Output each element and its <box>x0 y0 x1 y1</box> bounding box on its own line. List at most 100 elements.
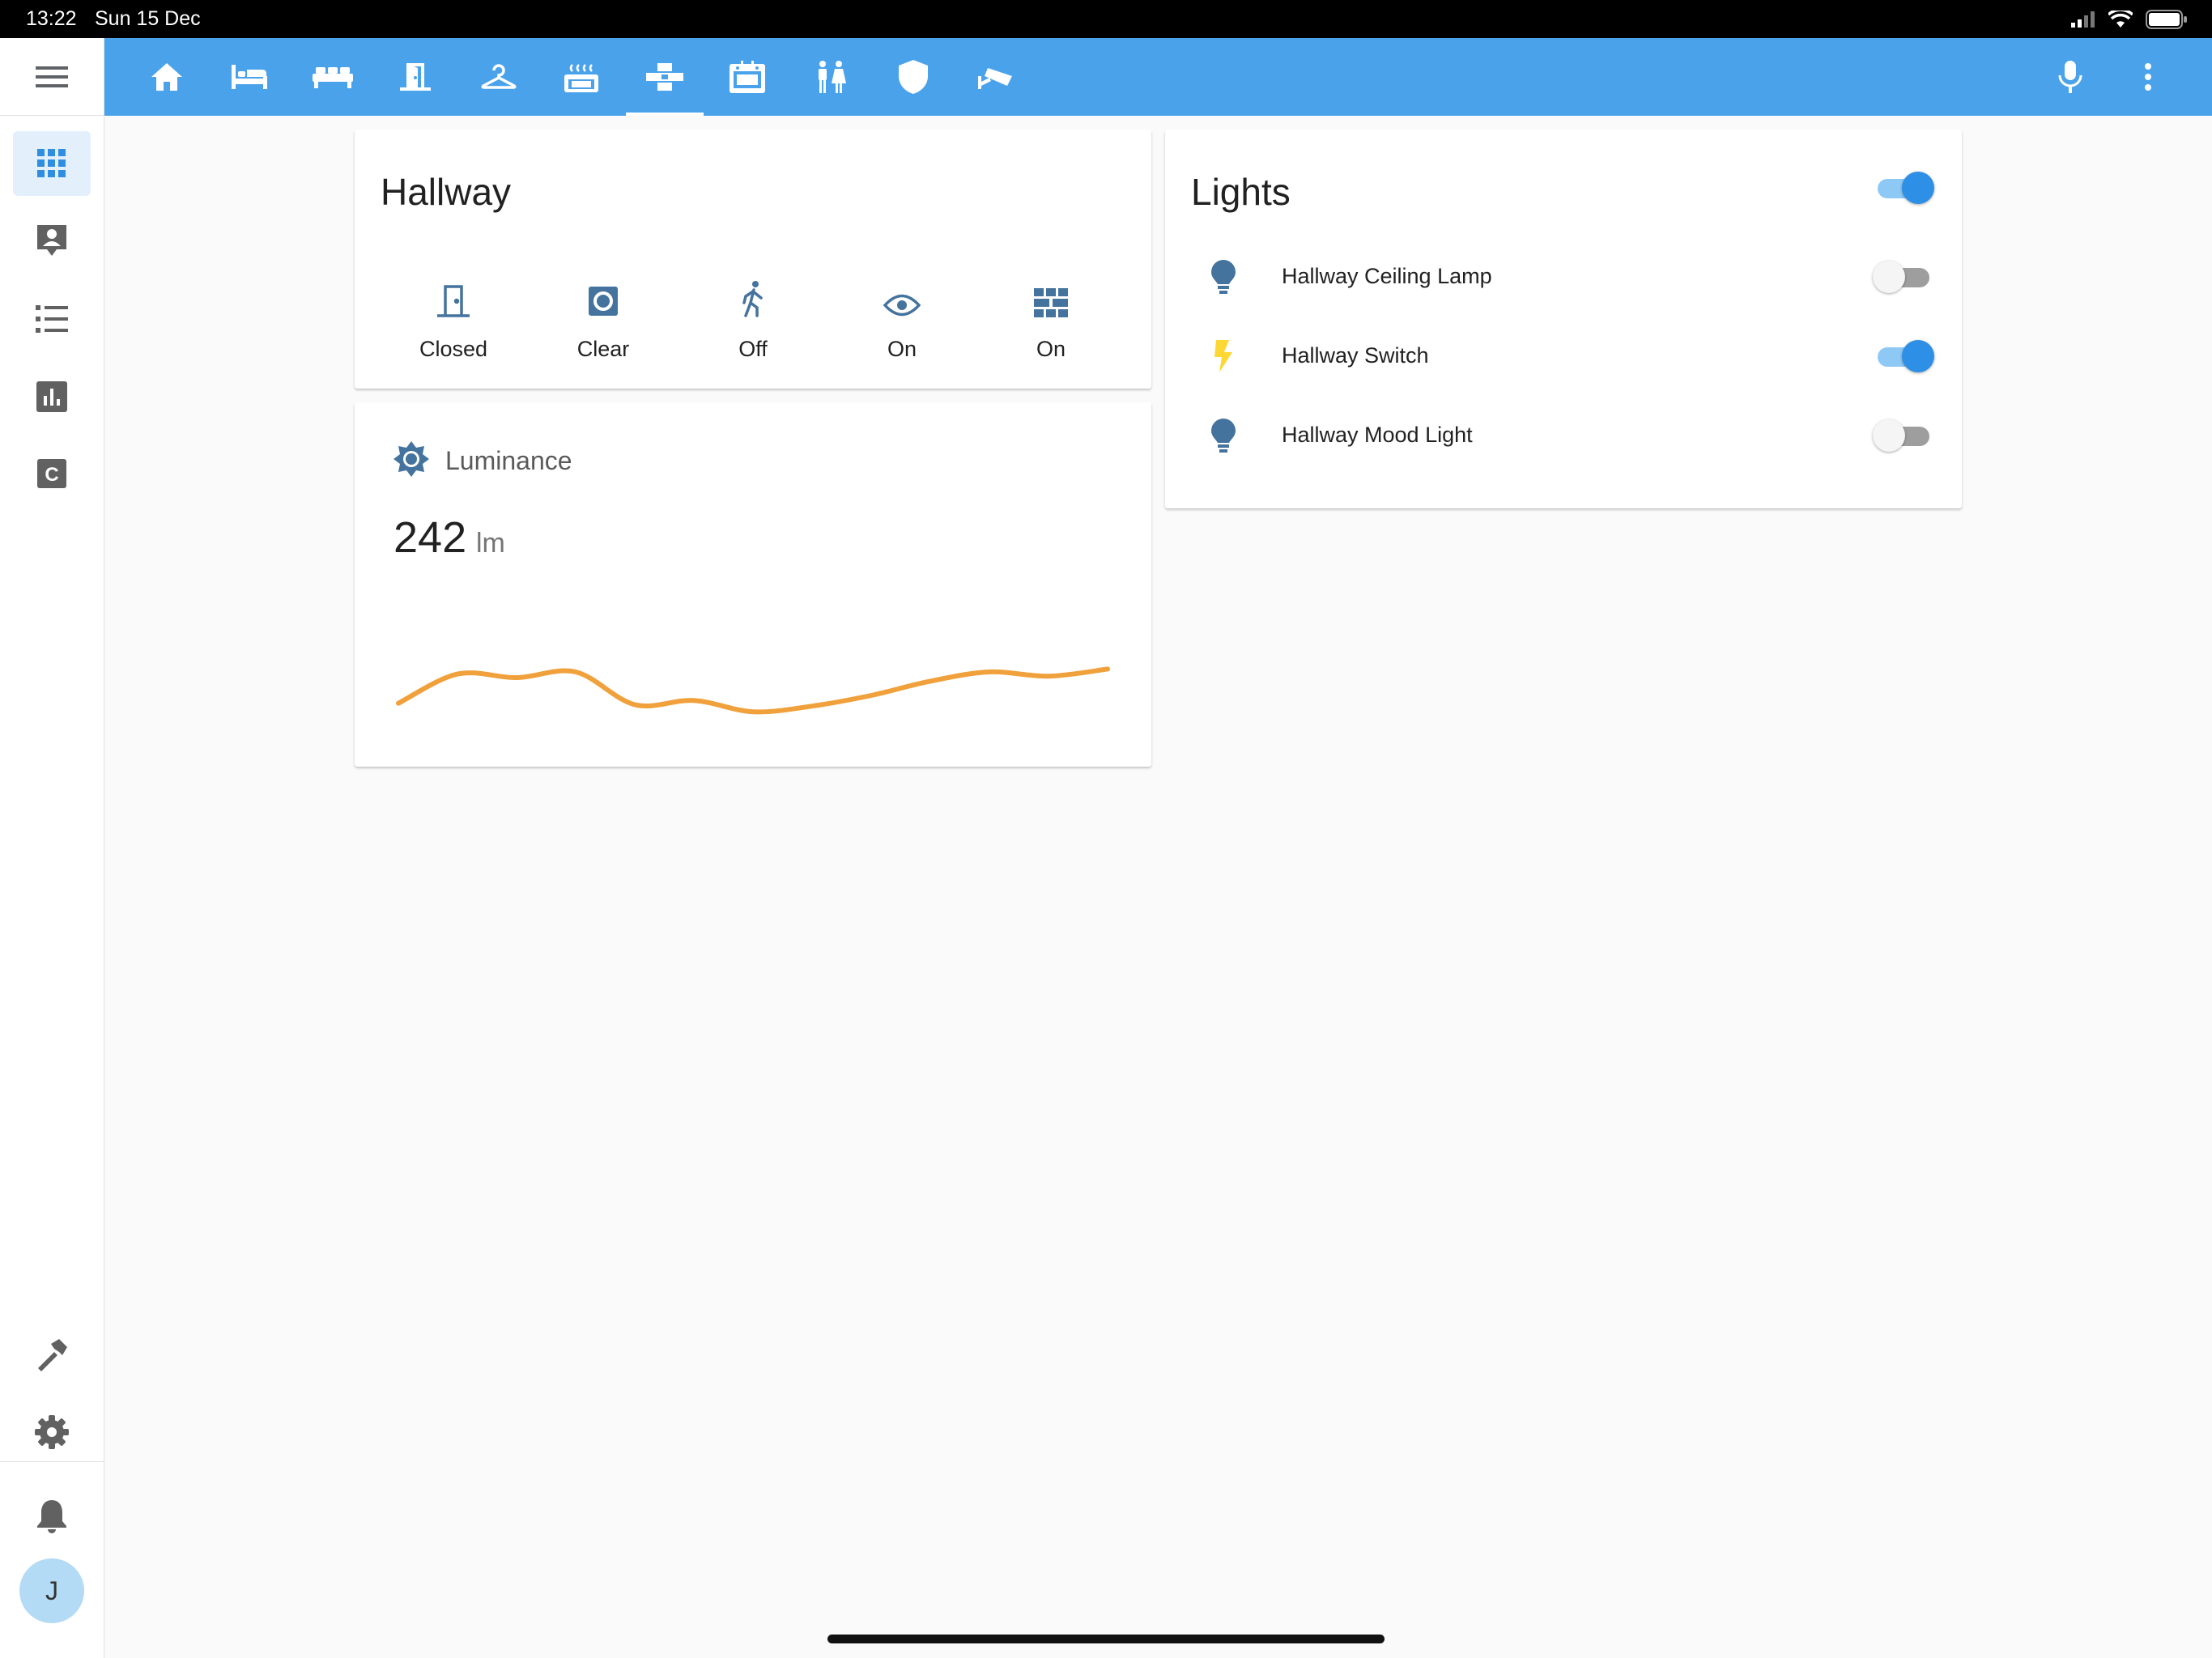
map-account-icon <box>37 225 66 256</box>
toggle-thumb <box>1873 261 1905 293</box>
glance-item-wall[interactable]: On <box>976 267 1125 380</box>
overview-grid-icon <box>37 149 66 177</box>
tab-cameras[interactable] <box>958 38 1036 116</box>
user-avatar[interactable]: J <box>19 1558 84 1623</box>
hamburger-menu-icon <box>36 66 68 87</box>
sofa-icon <box>313 67 353 88</box>
lights-card: Lights Hallway Ceiling Lamp Hallway Swit… <box>1165 130 1962 508</box>
brightness-sun-icon <box>393 441 429 477</box>
light-name: Hallway Switch <box>1282 343 1429 368</box>
cellular-signal-icon <box>2071 11 2095 28</box>
voice-command-button[interactable] <box>2031 38 2109 116</box>
tab-hallway[interactable] <box>626 38 704 116</box>
hallway-card: Hallway Closed Clear Off On On <box>355 130 1151 389</box>
light-name: Hallway Mood Light <box>1282 423 1473 447</box>
hanger-icon <box>481 64 517 89</box>
sidebar: C J <box>0 38 104 1658</box>
status-bar: 13:22 Sun 15 Dec <box>0 0 2212 38</box>
toggle-thumb <box>1902 172 1934 204</box>
door-closed-icon <box>437 285 470 317</box>
tab-bathroom[interactable] <box>792 38 870 116</box>
status-date: Sun 15 Dec <box>95 7 201 30</box>
tab-bedroom[interactable] <box>211 38 288 116</box>
wifi-icon <box>2108 11 2133 28</box>
sidebar-item-logbook[interactable] <box>13 287 91 351</box>
sidebar-item-developer-tools[interactable] <box>13 1322 91 1387</box>
status-indicators <box>2071 8 2188 31</box>
glance-item-occupancy[interactable]: On <box>827 267 976 380</box>
glance-item-motion[interactable]: Off <box>678 267 827 380</box>
light-name: Hallway Ceiling Lamp <box>1282 264 1492 288</box>
light-toggle-mood-light[interactable] <box>1873 418 1934 453</box>
light-toggle-switch[interactable] <box>1873 338 1934 374</box>
lightbulb-icon <box>1211 260 1236 294</box>
sidebar-item-overview[interactable] <box>13 131 91 196</box>
tab-door[interactable] <box>376 38 454 116</box>
light-toggle-ceiling-lamp[interactable] <box>1873 259 1934 295</box>
battery-icon <box>2146 10 2187 29</box>
logbook-list-icon <box>36 305 68 333</box>
hallway-card-title: Hallway <box>381 171 512 213</box>
settings-gear-icon <box>35 1415 69 1449</box>
tab-wardrobe[interactable] <box>460 38 538 116</box>
notifications-bell-icon <box>37 1500 66 1533</box>
hacs-c-icon: C <box>37 459 66 488</box>
home-icon <box>151 63 182 91</box>
lights-card-title: Lights <box>1191 171 1291 213</box>
tab-security[interactable] <box>874 38 952 116</box>
top-toolbar <box>104 38 2212 116</box>
sidebar-divider <box>0 1461 104 1462</box>
shield-icon <box>899 60 928 94</box>
lightbulb-icon <box>1211 419 1236 453</box>
glance-state-smoke: Clear <box>576 337 630 361</box>
tab-home[interactable] <box>128 38 206 116</box>
sensor-name: Luminance <box>445 446 572 475</box>
luminance-card[interactable]: Luminance 242 lm <box>355 402 1151 767</box>
more-vertical-icon <box>2145 63 2151 91</box>
light-row-ceiling-lamp[interactable]: Hallway Ceiling Lamp <box>1165 238 1962 316</box>
lights-master-toggle[interactable] <box>1873 170 1934 206</box>
history-chart-icon <box>36 381 67 412</box>
glance-item-door[interactable]: Closed <box>379 267 528 380</box>
sparkline-path <box>396 666 1110 715</box>
menu-button[interactable] <box>0 38 104 116</box>
human-male-female-icon <box>819 61 846 93</box>
stove-icon <box>564 64 598 92</box>
glance-state-wall: On <box>1036 337 1066 361</box>
sidebar-item-map[interactable] <box>13 208 91 273</box>
light-row-switch[interactable]: Hallway Switch <box>1165 317 1962 395</box>
tab-kitchen[interactable] <box>542 38 620 116</box>
bed-icon <box>232 65 267 89</box>
sidebar-item-settings[interactable] <box>13 1400 91 1465</box>
light-row-mood-light[interactable]: Hallway Mood Light <box>1165 397 1962 474</box>
sidebar-item-history[interactable] <box>13 364 91 429</box>
toggle-thumb <box>1873 419 1905 452</box>
eye-icon <box>883 294 921 317</box>
smoke-detector-icon <box>589 287 618 316</box>
motion-walk-icon <box>742 281 763 317</box>
microphone-icon <box>2058 61 2082 93</box>
glance-item-smoke[interactable]: Clear <box>529 267 678 380</box>
floor-plan-icon <box>646 63 683 91</box>
glance-state-occupancy: On <box>887 337 917 361</box>
cctv-icon <box>978 68 1012 89</box>
door-icon <box>400 63 431 91</box>
luminance-sparkline <box>396 666 1110 715</box>
glance-state-motion: Off <box>738 337 768 361</box>
glance-state-door: Closed <box>419 337 488 361</box>
developer-tools-hammer-icon <box>38 1339 67 1371</box>
sensor-value: 242 <box>393 513 467 562</box>
wall-icon <box>1034 288 1068 317</box>
sensor-unit: lm <box>476 528 505 559</box>
home-indicator <box>827 1635 1385 1643</box>
more-options-button[interactable] <box>2109 38 2187 116</box>
battery-fill <box>2149 13 2180 26</box>
sidebar-item-notifications[interactable] <box>13 1484 91 1549</box>
toaster-oven-icon <box>730 61 765 93</box>
tab-utility[interactable] <box>708 38 786 116</box>
toggle-thumb <box>1902 340 1934 372</box>
svg-text:C: C <box>45 464 58 486</box>
status-time: 13:22 <box>26 7 77 30</box>
sidebar-item-hacs[interactable]: C <box>13 441 91 506</box>
tab-living-room[interactable] <box>294 38 372 116</box>
